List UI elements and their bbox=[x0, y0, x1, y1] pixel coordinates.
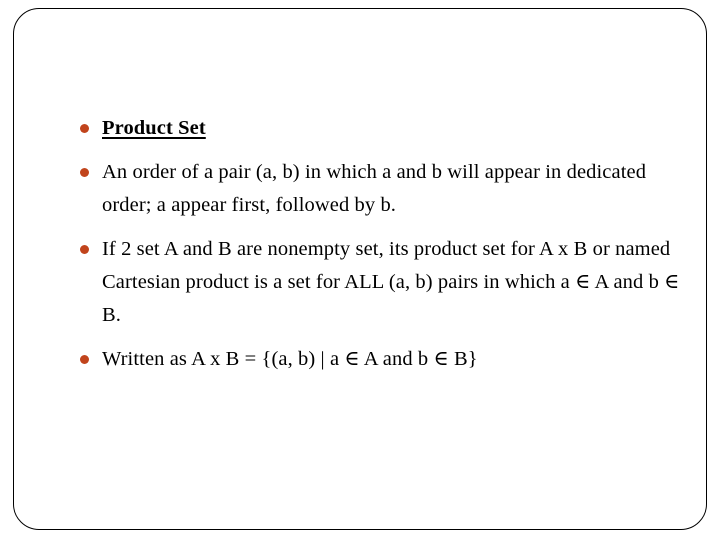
bullet-marker-icon bbox=[80, 124, 89, 133]
list-item: An order of a pair (a, b) in which a and… bbox=[72, 156, 696, 222]
product-set-heading: Product Set bbox=[102, 117, 206, 139]
set-builder-notation: Written as A x B = {(a, b) | a ∈ A and b… bbox=[102, 348, 478, 370]
list-item: If 2 set A and B are nonempty set, its p… bbox=[72, 233, 696, 332]
bullet-marker-icon bbox=[80, 355, 89, 364]
slide: Product Set An order of a pair (a, b) in… bbox=[0, 0, 720, 540]
list-item: Product Set bbox=[72, 112, 696, 145]
cartesian-product-definition: If 2 set A and B are nonempty set, its p… bbox=[102, 238, 680, 326]
bullet-marker-icon bbox=[80, 245, 89, 254]
list-item: Written as A x B = {(a, b) | a ∈ A and b… bbox=[72, 343, 696, 376]
ordered-pair-definition: An order of a pair (a, b) in which a and… bbox=[102, 161, 647, 216]
bullet-list: Product Set An order of a pair (a, b) in… bbox=[72, 112, 696, 376]
bullet-marker-icon bbox=[80, 168, 89, 177]
